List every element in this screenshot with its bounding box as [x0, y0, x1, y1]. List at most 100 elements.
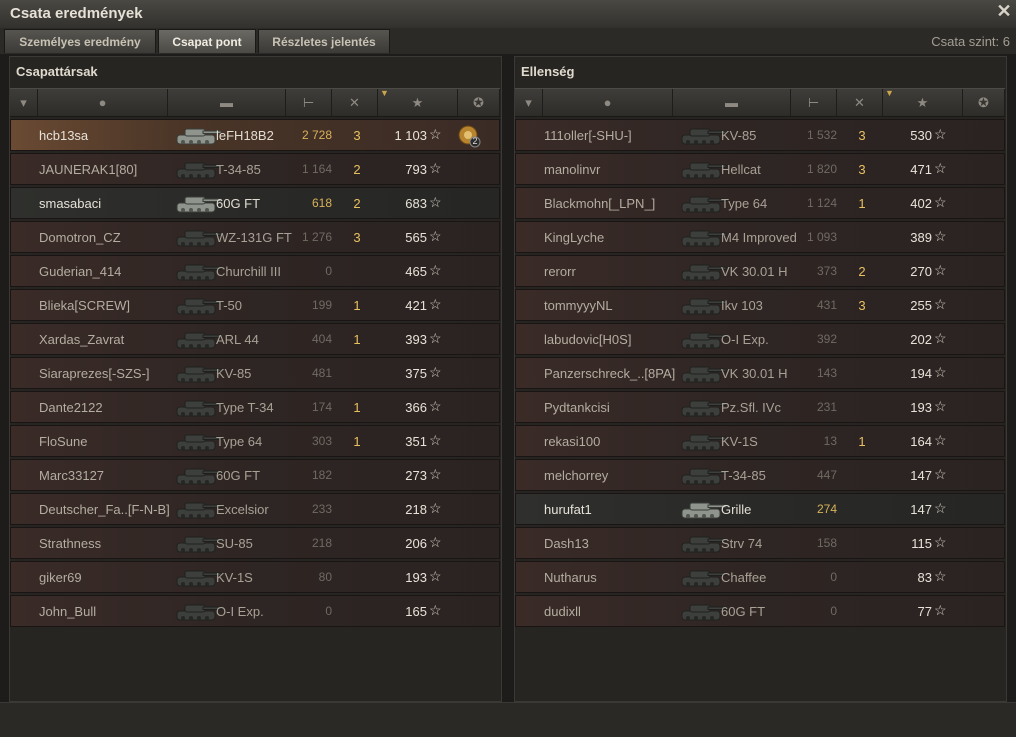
tank-name: Strv 74: [721, 536, 763, 551]
enemies-player-row[interactable]: labudovic[H0S] O-I Exp. 392 202 ☆: [515, 323, 1005, 355]
enemies-player-row[interactable]: Panzerschreck_..[8PA] VK 30.01 H 143 194 ☆: [515, 357, 1005, 389]
player-name: KingLyche: [544, 230, 605, 245]
squad-icon: ▾: [525, 94, 532, 110]
tab-personal-results[interactable]: Személyes eredmény: [4, 29, 156, 53]
medal-icon[interactable]: 2: [457, 124, 481, 148]
player-name: Blackmohn[_LPN_]: [544, 196, 656, 211]
allies-player-row[interactable]: Marc33127 60G FT 182 273 ☆: [10, 459, 500, 491]
enemies-header-damage-icon[interactable]: ⊢: [791, 89, 837, 116]
enemies-player-row[interactable]: dudixll 60G FT 0 77 ☆: [515, 595, 1005, 627]
tank-icon: [169, 563, 223, 591]
tank-icon: [674, 257, 728, 285]
allies-player-row[interactable]: hcb13sa leFH18B2 2 728 3 1 103 ☆ 2: [10, 119, 500, 151]
damage-value: 158: [816, 536, 837, 550]
allies-header-tank-icon[interactable]: ▬: [168, 89, 286, 116]
player-name: Marc33127: [39, 468, 105, 483]
medal-count: 2: [472, 136, 478, 146]
enemies-player-row[interactable]: tommyyyNL Ikv 103 431 3 255 ☆: [515, 289, 1005, 321]
star-icon: ☆: [429, 398, 442, 414]
allies-header-kills-icon[interactable]: ✕: [332, 89, 378, 116]
star-icon: ☆: [429, 160, 442, 176]
allies-player-row[interactable]: giker69 KV-1S 80 193 ☆: [10, 561, 500, 593]
damage-value: 373: [816, 264, 837, 278]
allies-player-row[interactable]: smasabaci 60G FT 618 2 683 ☆: [10, 187, 500, 219]
enemies-player-row[interactable]: melchorrey T-34-85 447 147 ☆: [515, 459, 1005, 491]
star-icon: ☆: [429, 296, 442, 312]
star-icon: ☆: [934, 126, 947, 142]
tab-detailed-report[interactable]: Részletes jelentés: [258, 29, 390, 53]
xp-value: 793: [405, 162, 427, 177]
enemies-header-tank-icon[interactable]: ▬: [673, 89, 791, 116]
tank-name: Type 64: [216, 434, 263, 449]
allies-player-row[interactable]: John_Bull O-I Exp. 0 165 ☆: [10, 595, 500, 627]
player-name: labudovic[H0S]: [544, 332, 632, 347]
enemies-player-row[interactable]: Nutharus Chaffee 0 83 ☆: [515, 561, 1005, 593]
enemies-player-row[interactable]: manolinvr Hellcat 1 820 3 471 ☆: [515, 153, 1005, 185]
damage-icon: ⊢: [302, 94, 315, 110]
allies-player-row[interactable]: Deutscher_Fa..[F-N-B] Excelsior 233 218 ☆: [10, 493, 500, 525]
star-icon: ☆: [934, 466, 947, 482]
tank-name: Chaffee: [721, 570, 767, 585]
allies-player-row[interactable]: Guderian_414 Churchill III 0 465 ☆: [10, 255, 500, 287]
tank-icon: [674, 529, 728, 557]
xp-value: 465: [405, 264, 427, 279]
enemies-header-medal-icon[interactable]: ✪: [963, 89, 1005, 116]
close-icon[interactable]: ✕: [996, 2, 1012, 20]
star-icon: ☆: [934, 160, 947, 176]
tank-icon: [674, 393, 728, 421]
tank-icon: [674, 121, 728, 149]
allies-player-row[interactable]: Blieka[SCREW] T-50 199 1 421 ☆: [10, 289, 500, 321]
star-icon: ☆: [934, 262, 947, 278]
allies-header-damage-icon[interactable]: ⊢: [286, 89, 332, 116]
xp-value: 366: [405, 400, 427, 415]
allies-player-row[interactable]: Xardas_Zavrat ARL 44 404 1 393 ☆: [10, 323, 500, 355]
enemies-player-row[interactable]: rekasi100 KV-1S 13 1 164 ☆: [515, 425, 1005, 457]
enemies-player-row[interactable]: rerorr VK 30.01 H 373 2 270 ☆: [515, 255, 1005, 287]
tank-icon: [169, 155, 223, 183]
damage-value: 0: [830, 604, 837, 618]
enemies-player-row[interactable]: Blackmohn[_LPN_] Type 64 1 124 1 402 ☆: [515, 187, 1005, 219]
xp-star-icon: ★: [411, 94, 424, 110]
enemies-title: Ellenség: [521, 64, 575, 79]
damage-value: 2 728: [301, 128, 332, 142]
star-icon: ☆: [429, 228, 442, 244]
tank-icon: [169, 359, 223, 387]
enemies-header-player-icon[interactable]: ●: [543, 89, 673, 116]
kills-value: 3: [858, 162, 866, 177]
xp-value: 193: [405, 570, 427, 585]
allies-header-medal-icon[interactable]: ✪: [458, 89, 500, 116]
enemies-panel: Ellenség ▾ ● ▬ ⊢ ✕ ★ ▼ ✪ 111oller[-SHU-] KV-85 1 5…: [514, 56, 1007, 702]
enemies-player-row[interactable]: 111oller[-SHU-] KV-85 1 532 3 530 ☆: [515, 119, 1005, 151]
kills-value: 2: [353, 162, 361, 177]
kills-value: 3: [353, 128, 361, 143]
enemies-header-squad-icon[interactable]: ▾: [515, 89, 543, 116]
enemies-player-row[interactable]: KingLyche M4 Improved 1 093 389 ☆: [515, 221, 1005, 253]
enemies-header-xp-star-icon[interactable]: ★ ▼: [883, 88, 963, 116]
tank-icon: [169, 393, 223, 421]
allies-player-row[interactable]: Dante2122 Type T-34 174 1 366 ☆: [10, 391, 500, 423]
player-name: FloSune: [39, 434, 88, 449]
tab-team-score[interactable]: Csapat pont: [158, 29, 256, 53]
xp-value: 421: [405, 298, 427, 313]
star-icon: ☆: [429, 262, 442, 278]
allies-header-xp-star-icon[interactable]: ★ ▼: [378, 88, 458, 116]
allies-header-player-icon[interactable]: ●: [38, 89, 168, 116]
allies-player-row[interactable]: Domotron_CZ WZ-131G FT 1 276 3 565 ☆: [10, 221, 500, 253]
enemies-player-row[interactable]: hurufat1 Grille 274 147 ☆: [515, 493, 1005, 525]
allies-player-row[interactable]: Siaraprezes[-SZS-] KV-85 481 375 ☆: [10, 357, 500, 389]
damage-value: 143: [816, 366, 837, 380]
xp-value: 402: [910, 196, 932, 211]
tank-name: VK 30.01 H: [721, 264, 788, 279]
enemies-player-row[interactable]: Dash13 Strv 74 158 115 ☆: [515, 527, 1005, 559]
enemies-header-kills-icon[interactable]: ✕: [837, 89, 883, 116]
allies-header-squad-icon[interactable]: ▾: [10, 89, 38, 116]
enemies-player-row[interactable]: Pydtankcisi Pz.Sfl. IVc 231 193 ☆: [515, 391, 1005, 423]
xp-star-icon: ★: [916, 94, 929, 110]
allies-player-row[interactable]: JAUNERAK1[80] T-34-85 1 164 2 793 ☆: [10, 153, 500, 185]
player-name: JAUNERAK1[80]: [39, 162, 138, 177]
allies-player-row[interactable]: Strathness SU-85 218 206 ☆: [10, 527, 500, 559]
allies-player-row[interactable]: FloSune Type 64 303 1 351 ☆: [10, 425, 500, 457]
damage-value: 0: [325, 264, 332, 278]
xp-value: 1 103: [394, 128, 427, 143]
player-name: Xardas_Zavrat: [39, 332, 125, 347]
